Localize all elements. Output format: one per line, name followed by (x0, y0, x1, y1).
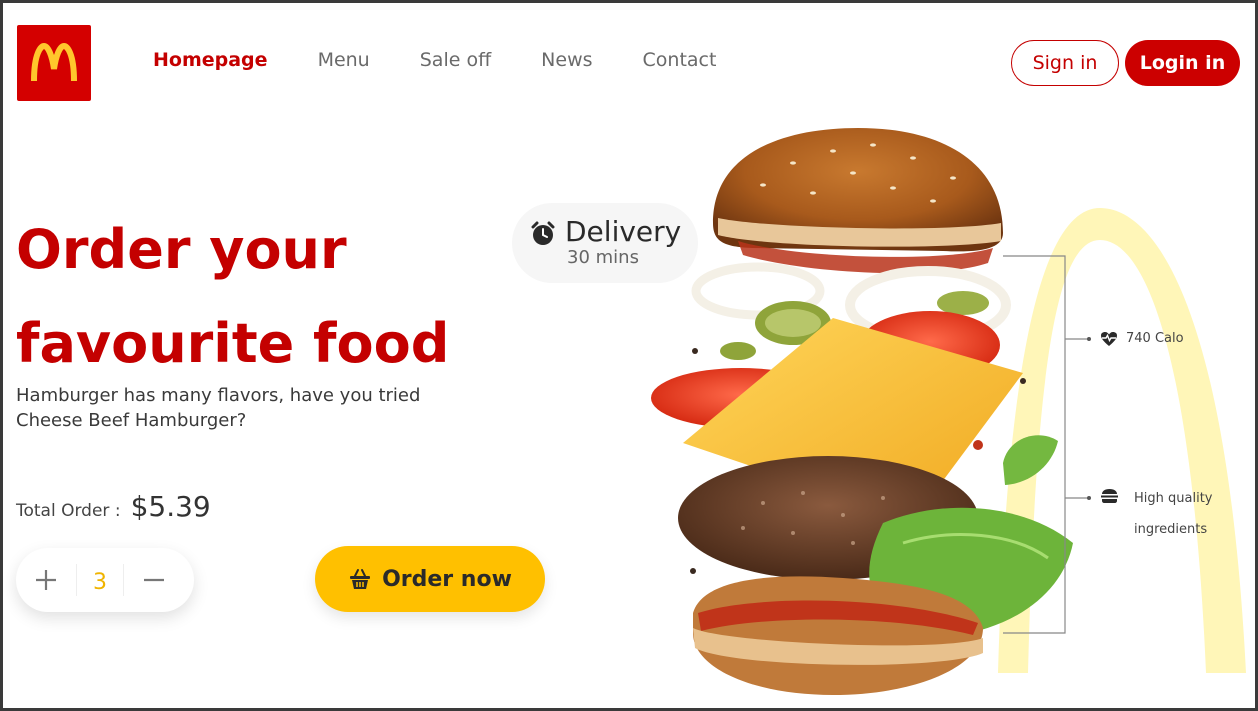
nav-item-news[interactable]: News (541, 49, 592, 71)
nav-item-sale-off[interactable]: Sale off (420, 49, 491, 71)
order-now-button[interactable]: Order now (315, 546, 545, 612)
feature-calories: 740 Calo (1100, 323, 1184, 354)
quantity-stepper: 3 (16, 548, 194, 612)
order-now-label: Order now (382, 566, 512, 592)
page-frame: Homepage Menu Sale off News Contact Sign… (0, 0, 1258, 711)
headline-line-2: favourite food (16, 312, 450, 375)
delivery-title: Delivery (565, 215, 682, 248)
basket-icon (350, 569, 371, 589)
hero-subtext: Hamburger has many flavors, have you tri… (16, 385, 421, 431)
total-order-price: $5.39 (130, 490, 211, 523)
delivery-badge: Delivery 30 mins (512, 203, 698, 283)
alarm-clock-icon (531, 221, 555, 245)
minus-icon (144, 578, 164, 582)
nav-item-contact[interactable]: Contact (643, 49, 717, 71)
main-nav: Homepage Menu Sale off News Contact (153, 49, 766, 71)
feature-calories-label: 740 Calo (1126, 331, 1184, 346)
plus-icon (36, 570, 56, 590)
delivery-time: 30 mins (567, 247, 639, 268)
feature-bracket-lines (1003, 255, 1091, 634)
total-order-label: Total Order : (16, 501, 121, 521)
quantity-value: 3 (76, 564, 124, 596)
total-order: Total Order : $5.39 (16, 490, 211, 523)
feature-quality: High quality ingredients (1101, 483, 1221, 545)
logo[interactable] (17, 25, 91, 101)
increase-button[interactable] (16, 548, 76, 612)
hero-headline: Order your favourite food (16, 203, 486, 391)
decrease-button[interactable] (124, 548, 184, 612)
heart-pulse-icon (1101, 331, 1117, 346)
nav-item-homepage[interactable]: Homepage (153, 49, 268, 71)
sign-in-button[interactable]: Sign in (1011, 40, 1119, 86)
nav-item-menu[interactable]: Menu (318, 49, 370, 71)
headline-line-1: Order your (16, 218, 347, 281)
login-button[interactable]: Login in (1125, 40, 1240, 86)
mcdonalds-arches-icon (31, 43, 77, 82)
burger-icon (1101, 489, 1118, 503)
feature-quality-label: High quality ingredients (1134, 491, 1213, 537)
